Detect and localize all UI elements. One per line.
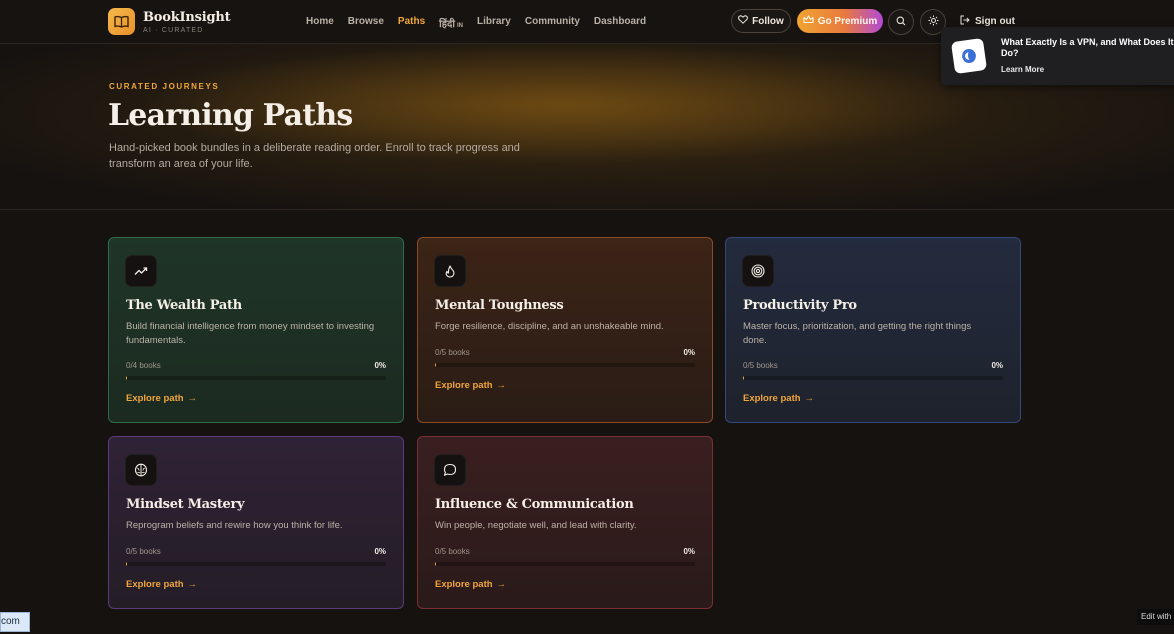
- brain-icon: [125, 454, 157, 486]
- path-percent: 0%: [683, 348, 695, 357]
- premium-label: Go Premium: [817, 15, 878, 27]
- path-title: Mindset Mastery: [126, 497, 245, 512]
- logo-book-icon[interactable]: [108, 8, 135, 35]
- path-book-count: 0/5 books: [435, 547, 470, 556]
- chat-bubble-icon: [434, 454, 466, 486]
- trending-up-icon: [125, 255, 157, 287]
- path-percent: 0%: [991, 361, 1003, 370]
- path-progress-fill: [435, 562, 436, 566]
- nav-link-browse[interactable]: Browse: [348, 16, 384, 30]
- nav-link-hindi[interactable]: हिंदी IN: [439, 16, 463, 30]
- edit-with-chip[interactable]: Edit with: [1137, 609, 1174, 625]
- search-icon: [896, 13, 906, 31]
- path-title: Mental Toughness: [435, 298, 564, 313]
- hero-description: Hand-picked book bundles in a deliberate…: [109, 142, 520, 170]
- vpn-app-icon: [950, 37, 988, 75]
- path-book-count: 0/4 books: [126, 361, 161, 370]
- path-book-count: 0/5 books: [435, 348, 470, 357]
- path-percent: 0%: [374, 361, 386, 370]
- path-title: The Wealth Path: [126, 298, 242, 313]
- path-progress-bar: [743, 376, 1003, 380]
- explore-label: Explore path: [435, 579, 493, 590]
- arrow-right-icon: →: [187, 579, 198, 590]
- path-card-mindset[interactable]: Mindset Mastery Reprogram beliefs and re…: [108, 436, 404, 609]
- target-icon: [742, 255, 774, 287]
- path-progress-fill: [126, 562, 127, 566]
- hero-eyebrow: CURATED JOURNEYS: [109, 82, 220, 91]
- explore-path-link[interactable]: Explore path →: [435, 380, 506, 391]
- path-card-wealth[interactable]: The Wealth Path Build financial intellig…: [108, 237, 404, 423]
- nav-link-library[interactable]: Library: [477, 16, 511, 30]
- path-description: Master focus, prioritization, and gettin…: [743, 321, 972, 346]
- path-description: Win people, negotiate well, and lead wit…: [435, 520, 637, 531]
- sign-out-label: Sign out: [975, 16, 1015, 27]
- explore-path-link[interactable]: Explore path →: [743, 393, 814, 404]
- nav-link-dashboard[interactable]: Dashboard: [594, 16, 646, 30]
- follow-button[interactable]: Follow: [731, 9, 791, 33]
- path-book-count: 0/5 books: [743, 361, 778, 370]
- toast-title-continued: Do?: [1001, 48, 1019, 58]
- path-title: Influence & Communication: [435, 497, 634, 512]
- path-progress-bar: [435, 562, 695, 566]
- path-card-influence[interactable]: Influence & Communication Win people, ne…: [417, 436, 713, 609]
- follow-label: Follow: [752, 15, 784, 27]
- path-percent: 0%: [683, 547, 695, 556]
- explore-path-link[interactable]: Explore path →: [126, 579, 197, 590]
- explore-label: Explore path: [743, 393, 801, 404]
- arrow-right-icon: →: [804, 393, 815, 404]
- path-progress-bar: [435, 363, 695, 367]
- path-book-count: 0/5 books: [126, 547, 161, 556]
- path-description: Build financial intelligence from money …: [126, 321, 375, 346]
- nav-link-home[interactable]: Home: [306, 16, 334, 30]
- path-description: Reprogram beliefs and rewire how you thi…: [126, 520, 343, 531]
- explore-label: Explore path: [126, 579, 184, 590]
- path-card-productivity[interactable]: Productivity Pro Master focus, prioritiz…: [725, 237, 1021, 423]
- brand-name[interactable]: BookInsight: [143, 10, 231, 25]
- path-title: Productivity Pro: [743, 298, 857, 313]
- nav-link-hindi-suffix: IN: [456, 23, 463, 29]
- path-progress-fill: [435, 363, 436, 367]
- status-url-chip: com: [0, 612, 30, 632]
- sun-icon: [928, 13, 939, 31]
- path-progress-fill: [126, 376, 127, 380]
- go-premium-button[interactable]: Go Premium: [797, 9, 883, 33]
- explore-label: Explore path: [435, 380, 493, 391]
- nav-link-community[interactable]: Community: [525, 16, 580, 30]
- nav-link-hindi-label: हिंदी: [439, 19, 455, 30]
- explore-label: Explore path: [126, 393, 184, 404]
- path-progress-fill: [743, 376, 744, 380]
- page-title: Learning Paths: [108, 98, 353, 133]
- path-card-mental-toughness[interactable]: Mental Toughness Forge resilience, disci…: [417, 237, 713, 423]
- arrow-right-icon: →: [496, 579, 507, 590]
- heart-icon: [738, 15, 749, 27]
- crown-icon: [803, 15, 814, 27]
- arrow-right-icon: →: [496, 380, 507, 391]
- toast-title: What Exactly Is a VPN, and What Does It: [1001, 37, 1174, 47]
- explore-path-link[interactable]: Explore path →: [126, 393, 197, 404]
- vpn-notification-toast[interactable]: What Exactly Is a VPN, and What Does It …: [941, 27, 1174, 85]
- path-progress-bar: [126, 376, 386, 380]
- brand-tagline: AI · CURATED: [143, 27, 204, 34]
- search-button[interactable]: [888, 9, 914, 35]
- nav-link-paths[interactable]: Paths: [398, 16, 425, 30]
- arrow-right-icon: →: [187, 393, 198, 404]
- path-progress-bar: [126, 562, 386, 566]
- path-percent: 0%: [374, 547, 386, 556]
- flame-icon: [434, 255, 466, 287]
- explore-path-link[interactable]: Explore path →: [435, 579, 506, 590]
- nav-links: Home Browse Paths हिंदी IN Library Commun…: [306, 16, 660, 30]
- path-description: Forge resilience, discipline, and an uns…: [435, 321, 664, 332]
- toast-learn-more-link[interactable]: Learn More: [1001, 65, 1044, 74]
